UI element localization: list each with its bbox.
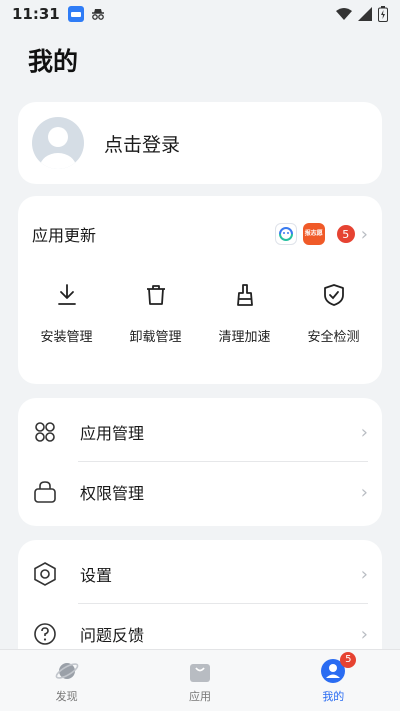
nav-discover[interactable]: 发现 — [22, 658, 112, 704]
app-update-card: 应用更新 报志愿 5 › 安装管理 卸载管理 清理加速 安全检测 — [18, 196, 382, 384]
chevron-right-icon: › — [360, 481, 368, 503]
tool-clean-boost[interactable]: 清理加速 — [205, 282, 285, 345]
battery-icon — [378, 6, 388, 22]
bottom-nav: 发现 应用 5 我的 — [0, 649, 400, 711]
app-update-title: 应用更新 — [32, 226, 97, 245]
tool-label: 安装管理 — [40, 330, 93, 345]
tool-install-manage[interactable]: 安装管理 — [27, 282, 107, 345]
help-circle-icon — [34, 623, 56, 645]
chevron-right-icon: › — [360, 223, 368, 245]
nav-label: 发现 — [55, 689, 78, 703]
notification-app-icon — [67, 6, 84, 22]
app-grid-icon — [35, 422, 55, 442]
update-app-icon-2: 报志愿 — [302, 223, 325, 245]
login-label: 点击登录 — [104, 133, 181, 156]
menu-item-label: 设置 — [80, 566, 113, 585]
bag-icon — [189, 663, 210, 682]
tools-row: 安装管理 卸载管理 清理加速 安全检测 — [18, 282, 382, 345]
menu-item-permission-manage[interactable]: 权限管理 › — [18, 462, 382, 522]
app-update-summary: 报志愿 5 › — [274, 223, 368, 245]
chevron-right-icon: › — [360, 623, 368, 645]
settings-hex-icon — [34, 562, 56, 586]
menu-item-label: 权限管理 — [80, 484, 145, 503]
app-update-row[interactable]: 应用更新 报志愿 5 › — [32, 220, 368, 248]
download-icon — [57, 284, 76, 305]
tool-label: 安全检测 — [307, 330, 360, 345]
menu-item-settings[interactable]: 设置 › — [18, 544, 382, 604]
shield-check-icon — [323, 284, 344, 306]
tool-uninstall-manage[interactable]: 卸载管理 — [116, 282, 196, 345]
page-title: 我的 — [28, 47, 79, 76]
tool-label: 卸载管理 — [129, 330, 182, 345]
signal-icon — [358, 7, 372, 21]
wifi-icon — [336, 8, 352, 20]
tool-security-check[interactable]: 安全检测 — [294, 282, 374, 345]
update-app-icon — [274, 223, 297, 245]
manage-card: 应用管理 › 权限管理 › — [18, 398, 382, 526]
menu-item-app-manage[interactable]: 应用管理 › — [18, 402, 382, 462]
chevron-right-icon: › — [360, 421, 368, 443]
nav-mine[interactable]: 5 我的 — [288, 651, 378, 704]
update-count-badge: 5 — [336, 225, 355, 243]
planet-icon — [55, 662, 79, 679]
tool-label: 清理加速 — [218, 330, 271, 345]
status-bar: 11:31 — [0, 0, 400, 28]
lock-icon — [34, 481, 56, 503]
avatar — [32, 117, 84, 169]
broom-icon — [236, 284, 253, 306]
chevron-right-icon: › — [360, 563, 368, 585]
nav-label: 应用 — [188, 689, 211, 703]
trash-icon — [146, 285, 165, 305]
status-time: 11:31 — [12, 5, 60, 23]
menu-item-label: 问题反馈 — [80, 626, 145, 645]
status-indicators — [336, 6, 388, 22]
incognito-icon — [90, 6, 106, 22]
nav-label: 我的 — [322, 689, 345, 703]
nav-badge: 5 — [340, 651, 357, 668]
login-card[interactable]: 点击登录 — [18, 102, 382, 184]
nav-apps[interactable]: 应用 — [155, 658, 245, 704]
menu-item-label: 应用管理 — [80, 424, 145, 443]
